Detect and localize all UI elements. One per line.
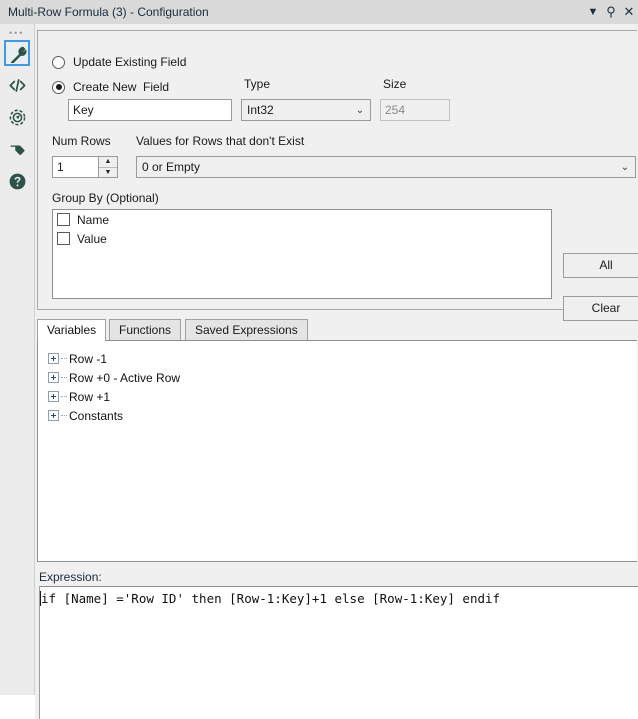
expand-icon[interactable]: [48, 391, 59, 402]
expression-text: if [Name] ='Row ID' then [Row-1:Key]+1 e…: [41, 591, 501, 606]
num-rows-stepper[interactable]: 1 ▲ ▼: [52, 156, 118, 178]
tree-connector: [61, 376, 67, 379]
list-item[interactable]: Name: [53, 210, 551, 229]
field-type-value: Int32: [247, 103, 274, 117]
window-titlebar: Multi-Row Formula (3) - Configuration ▼ …: [0, 0, 638, 25]
chevron-down-icon: ⌄: [355, 104, 365, 116]
expand-icon[interactable]: [48, 410, 59, 421]
checkbox[interactable]: [57, 213, 70, 226]
tree-item-label: Row -1: [69, 351, 108, 366]
chevron-down-icon: ⌄: [620, 161, 630, 173]
expression-editor[interactable]: if [Name] ='Row ID' then [Row-1:Key]+1 e…: [37, 586, 638, 719]
radio-create-new-field-label: Create New Field: [73, 80, 170, 94]
expression-header: Expression:: [37, 568, 637, 586]
list-item-label: Name: [77, 212, 110, 227]
configuration-panel: Update Existing Field Create New Field T…: [35, 24, 638, 719]
tab-variables[interactable]: Variables: [37, 319, 107, 341]
radio-create-new-field[interactable]: Create New Field: [52, 78, 169, 96]
pin-icon[interactable]: ⚲: [604, 4, 618, 20]
expand-icon[interactable]: [48, 353, 59, 364]
radio-update-existing-field-label: Update Existing Field: [73, 55, 187, 69]
default-values-value: 0 or Empty: [142, 160, 201, 174]
default-values-select[interactable]: 0 or Empty ⌄: [136, 156, 636, 178]
type-label: Type: [244, 77, 271, 91]
tree-item-label: Row +0 - Active Row: [69, 370, 181, 385]
tree-item[interactable]: Row +1: [48, 387, 637, 406]
stepper-up-icon[interactable]: ▲: [99, 157, 117, 168]
window-title: Multi-Row Formula (3) - Configuration: [8, 5, 209, 19]
tree-connector: [61, 414, 67, 417]
tree-item[interactable]: Row +0 - Active Row: [48, 368, 637, 387]
group-by-label: Group By (Optional): [52, 191, 159, 205]
target-icon[interactable]: [4, 104, 30, 130]
radio-mark: [52, 55, 65, 69]
clear-selection-button[interactable]: Clear: [563, 296, 638, 321]
tab-functions[interactable]: Functions: [109, 319, 182, 341]
field-settings-group: Update Existing Field Create New Field T…: [37, 30, 638, 321]
variables-panel: Row -1 Row +0 - Active Row Row +1 Consta…: [37, 340, 637, 562]
expand-icon[interactable]: [48, 372, 59, 383]
field-size-input: 254: [380, 99, 450, 121]
tool-rail: •••: [0, 24, 35, 695]
expression-tabs: Variables Functions Saved Expressions: [37, 319, 637, 341]
help-icon[interactable]: [4, 168, 30, 194]
num-rows-value[interactable]: 1: [53, 157, 98, 177]
default-values-label: Values for Rows that don't Exist: [136, 134, 305, 148]
expression-gutter: [35, 586, 40, 719]
tree-item[interactable]: Row -1: [48, 349, 637, 368]
checkbox[interactable]: [57, 232, 70, 245]
drag-handle[interactable]: •••: [9, 29, 27, 38]
size-label: Size: [383, 77, 407, 91]
radio-update-existing-field[interactable]: Update Existing Field: [52, 53, 186, 71]
variables-tree: Row -1 Row +0 - Active Row Row +1 Consta…: [48, 349, 637, 425]
num-rows-label: Num Rows: [52, 134, 111, 148]
radio-mark: [52, 80, 65, 94]
list-item[interactable]: Value: [53, 229, 551, 248]
num-rows-stepper-buttons: ▲ ▼: [98, 157, 117, 177]
field-name-input[interactable]: Key: [68, 99, 232, 121]
chevron-down-icon[interactable]: ▼: [586, 4, 600, 20]
tag-icon[interactable]: [4, 136, 30, 162]
tab-saved-expressions[interactable]: Saved Expressions: [185, 319, 308, 341]
group-by-list[interactable]: Name Value: [52, 209, 552, 299]
select-all-button[interactable]: All: [563, 253, 638, 278]
wrench-icon[interactable]: [4, 40, 30, 66]
tree-connector: [61, 395, 67, 398]
close-icon[interactable]: ✕: [622, 4, 636, 20]
list-item-label: Value: [77, 231, 107, 246]
field-type-select[interactable]: Int32 ⌄: [241, 99, 371, 121]
code-icon[interactable]: [4, 72, 30, 98]
expression-label: Expression:: [39, 570, 102, 584]
tree-item-label: Constants: [69, 408, 124, 423]
tree-item[interactable]: Constants: [48, 406, 637, 425]
tree-connector: [61, 357, 67, 360]
stepper-down-icon[interactable]: ▼: [99, 168, 117, 178]
tree-item-label: Row +1: [69, 389, 111, 404]
